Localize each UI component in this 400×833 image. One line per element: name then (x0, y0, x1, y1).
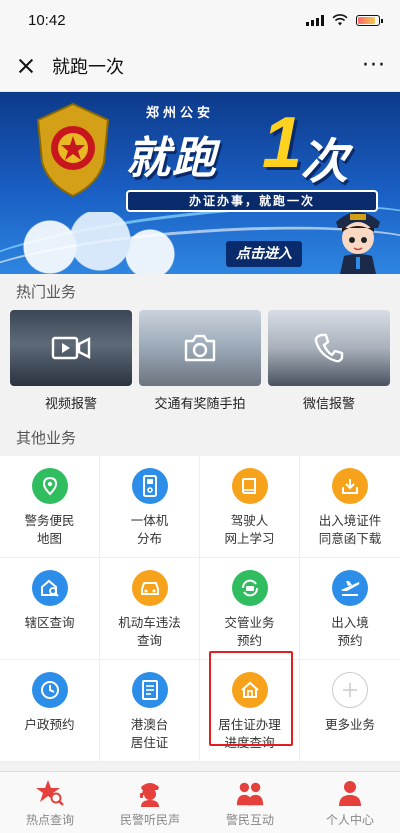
service-label: 警务便民 地图 (24, 513, 75, 546)
wechat-report-thumbnail (268, 310, 390, 386)
service-traffic-appointment[interactable]: 交管业务 预约 (200, 558, 300, 660)
status-icons (306, 14, 383, 26)
service-label: 更多业务 (324, 717, 375, 732)
service-jurisdiction-query[interactable]: 辖区查询 (0, 558, 100, 660)
tab-personal-center[interactable]: 个人中心 (300, 772, 400, 833)
service-more[interactable]: 更多业务 (300, 660, 400, 762)
enter-button[interactable]: 点击进入 (226, 241, 302, 267)
service-exit-entry-consent-download[interactable]: 出入境证件 同意函下载 (300, 456, 400, 558)
star-search-icon (35, 778, 65, 808)
banner-main-text: 就跑 (126, 133, 218, 184)
page-title: 就跑一次 (52, 56, 124, 78)
service-police-map[interactable]: 警务便民 地图 (0, 456, 100, 558)
police-mascot-icon (336, 212, 380, 274)
banner[interactable]: 郑州公安 就跑 1 次 办证办事，就跑一次 点击进入 (0, 92, 400, 274)
service-kiosk-distribution[interactable]: 一体机 分布 (100, 456, 200, 558)
traffic-photo-thumbnail (139, 310, 261, 386)
car-icon (131, 570, 168, 606)
service-label: 一体机 分布 (130, 513, 169, 546)
clock-icon (31, 672, 68, 708)
tab-hot-query[interactable]: 热点查询 (0, 772, 100, 833)
person-icon (335, 778, 365, 808)
hot-service-wechat-report[interactable]: 微信报警 (268, 310, 390, 420)
tab-label: 个人中心 (325, 813, 374, 827)
bottom-tab-bar: 热点查询 民警听民声 警民互动 个人中心 (0, 771, 400, 833)
status-time: 10:42 (28, 11, 66, 29)
hot-service-label: 微信报警 (302, 397, 355, 412)
plus-icon (332, 672, 368, 708)
service-label: 辖区查询 (24, 615, 75, 630)
download-tray-icon (332, 468, 368, 504)
tab-label: 警民互动 (225, 813, 274, 827)
police-headset-icon (135, 778, 165, 808)
tab-label: 热点查询 (25, 813, 74, 827)
car-refresh-icon (231, 570, 268, 606)
book-icon (231, 468, 268, 504)
service-label: 出入境证件 同意函下载 (318, 513, 382, 546)
service-exit-entry-appointment[interactable]: 出入境 预约 (300, 558, 400, 660)
service-label: 驾驶人 网上学习 (224, 513, 275, 546)
police-emblem-icon (36, 102, 110, 198)
people-icon (235, 778, 265, 808)
close-icon[interactable] (14, 54, 38, 78)
service-driver-online-learning[interactable]: 驾驶人 网上学习 (200, 456, 300, 558)
camera-icon (180, 332, 220, 364)
phone-icon (309, 332, 349, 364)
video-report-thumbnail (10, 310, 132, 386)
hot-services-title: 热门业务 (0, 274, 400, 310)
kiosk-icon (131, 468, 168, 504)
house-search-icon (31, 570, 68, 606)
battery-icon (356, 14, 383, 26)
wifi-icon (332, 14, 348, 26)
service-label: 交管业务 预约 (224, 615, 275, 648)
service-label: 出入境 预约 (331, 615, 369, 648)
service-residence-permit-progress[interactable]: 居住证办理 进度查询 (200, 660, 300, 762)
document-icon (131, 672, 168, 708)
nav-bar: 就跑一次 ··· (0, 40, 400, 92)
service-label: 户政预约 (24, 717, 75, 732)
airplane-icon (332, 570, 368, 606)
map-pin-icon (31, 468, 68, 504)
service-hk-macao-taiwan-residence[interactable]: 港澳台 居住证 (100, 660, 200, 762)
service-vehicle-violation-query[interactable]: 机动车违法 查询 (100, 558, 200, 660)
hot-service-video-report[interactable]: 视频报警 (10, 310, 132, 420)
service-household-appointment[interactable]: 户政预约 (0, 660, 100, 762)
hot-service-traffic-photo[interactable]: 交通有奖随手拍 (139, 310, 261, 420)
banner-clouds-decoration (0, 212, 190, 274)
hot-services-list: 视频报警 交通有奖随手拍 微信报警 (0, 310, 400, 420)
banner-main-text-end: 次 (300, 134, 349, 190)
other-services-grid: 警务便民 地图 一体机 分布 驾驶人 网上学习 出入境证件 同意函下载 辖区查询 机动车… (0, 456, 400, 762)
service-label: 居住证办理 进度查询 (218, 717, 281, 750)
service-label: 机动车违法 查询 (118, 615, 181, 648)
banner-top-text: 郑州公安 (146, 106, 215, 121)
tab-police-listen[interactable]: 民警听民声 (100, 772, 200, 833)
hot-service-label: 视频报警 (44, 397, 97, 412)
banner-numeral: 1 (262, 103, 303, 183)
signal-icon (306, 14, 324, 26)
other-services-title: 其他业务 (0, 420, 400, 456)
service-label: 港澳台 居住证 (130, 717, 169, 750)
video-camera-icon (51, 332, 91, 364)
more-menu-button[interactable]: ··· (362, 54, 386, 77)
tab-police-public-interaction[interactable]: 警民互动 (200, 772, 300, 833)
home-icon (231, 672, 268, 708)
status-bar: 10:42 (0, 0, 400, 40)
tab-label: 民警听民声 (119, 813, 180, 827)
hot-service-label: 交通有奖随手拍 (154, 397, 246, 412)
